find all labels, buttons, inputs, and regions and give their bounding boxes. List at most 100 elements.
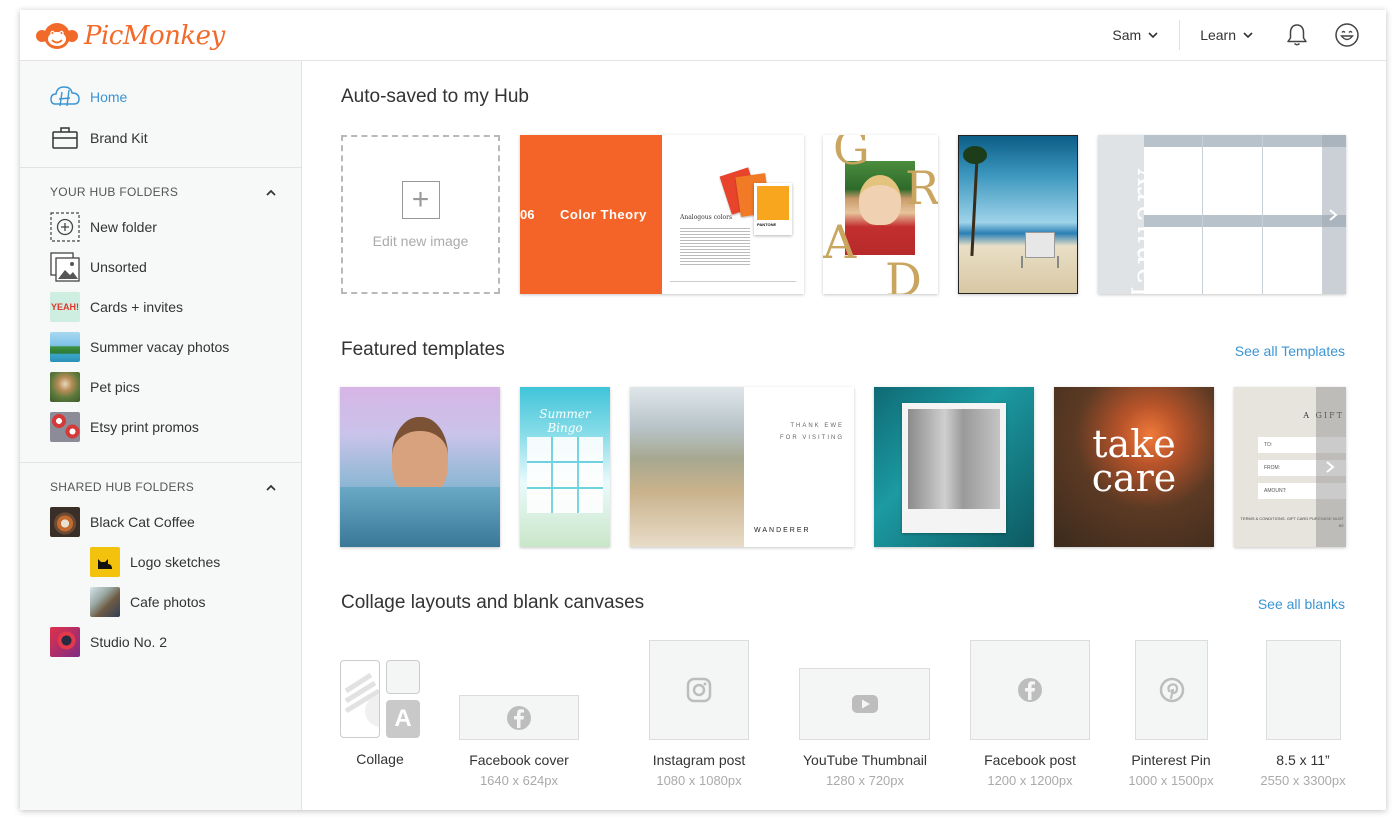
sidebar-item-unsorted[interactable]: Unsorted [50, 252, 147, 282]
sidebar-item-label: New folder [90, 219, 157, 235]
sidebar-item-cafe-photos[interactable]: Cafe photos [90, 587, 206, 617]
plus-icon: + [401, 180, 440, 219]
sidebar-item-logo-sketches[interactable]: Logo sketches [90, 547, 220, 577]
edit-new-image-label: Edit new image [372, 232, 469, 249]
blank-facebook-cover[interactable]: Facebook cover 1640 x 624px [459, 640, 579, 788]
blank-collage[interactable]: A Collage [340, 640, 420, 780]
your-hub-folders-heading: YOUR HUB FOLDERS [50, 185, 179, 199]
blank-label: YouTube Thumbnail [802, 752, 928, 768]
sidebar-item-label: Black Cat Coffee [90, 514, 195, 530]
sidebar-item-label: Summer vacay photos [90, 339, 230, 355]
sidebar-item-label: Etsy print promos [90, 419, 199, 435]
sidebar-item-cards-invites[interactable]: YEAH! Cards + invites [50, 292, 183, 322]
color-theory-subtitle: Analogous colors [680, 214, 733, 221]
learn-menu[interactable]: Learn [1200, 27, 1254, 43]
blank-youtube-thumbnail[interactable]: YouTube Thumbnail 1280 x 720px [799, 640, 930, 788]
cat-icon [98, 559, 112, 569]
sidebar-item-label: Studio No. 2 [90, 634, 168, 650]
see-all-templates-link[interactable]: See all Templates [1235, 343, 1345, 359]
template-card-swimmer[interactable] [340, 387, 500, 547]
chevron-down-icon [1243, 32, 1253, 39]
grad-letter-d: D [885, 253, 922, 294]
sidebar-item-new-folder[interactable]: New folder [50, 212, 157, 242]
autosaved-card-grad[interactable]: G R A D [823, 135, 938, 294]
template-card-building[interactable] [874, 387, 1034, 547]
template-card-summer-bingo[interactable]: Summer Bingo [520, 387, 610, 547]
blank-label: 8.5 x 11” [1276, 752, 1330, 768]
blanks-section-title: Collage layouts and blank canvases [341, 592, 645, 613]
folder-thumbnail [50, 627, 80, 657]
folder-thumbnail [90, 587, 120, 617]
user-menu[interactable]: Sam [1112, 27, 1159, 43]
sidebar-item-home[interactable]: Home [50, 82, 127, 112]
sidebar-item-etsy-print-promos[interactable]: Etsy print promos [50, 412, 199, 442]
sidebar-item-pet-pics[interactable]: Pet pics [50, 372, 140, 402]
chevron-down-icon [1148, 32, 1158, 39]
collapse-caret-icon[interactable] [264, 481, 278, 495]
main-content: Auto-saved to my Hub + Edit new image 06… [302, 61, 1386, 810]
instagram-icon [686, 677, 712, 703]
blank-pinterest-pin[interactable]: Pinterest Pin 1000 x 1500px [1128, 640, 1214, 788]
blank-instagram-post[interactable]: Instagram post 1080 x 1080px [649, 640, 749, 788]
wanderer-brand: WANDERER [754, 527, 811, 534]
top-nav: Sam Learn [1112, 10, 1386, 60]
shared-hub-folders-heading: SHARED HUB FOLDERS [50, 480, 195, 494]
blank-label: Facebook cover [469, 752, 569, 768]
grad-letter-g: G [833, 135, 870, 175]
collage-icon [340, 660, 380, 738]
folder-thumbnail [90, 547, 120, 577]
chevron-right-icon[interactable] [1324, 460, 1336, 474]
sidebar-item-label: Unsorted [90, 259, 147, 275]
monkey-logo-icon [36, 23, 78, 49]
sidebar-item-label: Pet pics [90, 379, 140, 395]
smiley-face-icon[interactable] [1334, 22, 1360, 48]
chapter-number: 06 [520, 207, 535, 222]
sidebar-item-label: Cafe photos [130, 594, 206, 610]
sidebar-item-summer-vacay[interactable]: Summer vacay photos [50, 332, 229, 362]
blank-label: Instagram post [652, 752, 746, 768]
template-card-gift[interactable]: A GIFT TO: FROM: AMOUNT: TERMS & CONDITI… [1234, 387, 1346, 547]
blank-letter-size[interactable]: 8.5 x 11” 2550 x 3300px [1260, 640, 1346, 788]
autosaved-card-color-theory[interactable]: 06 Color Theory Analogous colors PANTONE [520, 135, 804, 294]
featured-section-title: Featured templates [341, 339, 505, 360]
take-care-line2: care [1091, 456, 1177, 500]
sidebar-item-label: Home [90, 89, 128, 105]
sidebar-item-studio-no-2[interactable]: Studio No. 2 [50, 627, 167, 657]
calendar-month: January [1126, 166, 1162, 294]
folder-thumbnail [50, 412, 80, 442]
folder-thumbnail [50, 507, 80, 537]
picmonkey-logo[interactable]: PicMonkey [34, 18, 225, 54]
autosaved-card-beach[interactable] [958, 135, 1078, 294]
folder-thumbnail [50, 372, 80, 402]
facebook-icon [507, 705, 531, 730]
blank-facebook-post[interactable]: Facebook post 1200 x 1200px [970, 640, 1090, 788]
briefcase-icon [50, 123, 80, 153]
logo-text: PicMonkey [84, 21, 225, 51]
chevron-right-icon[interactable] [1327, 208, 1339, 222]
template-card-wanderer[interactable]: THANK EWE FOR VISITING WANDERER [630, 387, 854, 547]
autosaved-card-calendar[interactable]: January [1098, 135, 1346, 294]
color-theory-title: Color Theory [560, 207, 647, 222]
collapse-caret-icon[interactable] [264, 186, 278, 200]
blank-size: 1280 x 720px [825, 773, 905, 788]
app-window: PicMonkey Sam Learn Home Brand Kit YOUR … [20, 10, 1386, 810]
autosaved-section-title: Auto-saved to my Hub [341, 86, 529, 107]
pinterest-icon [1159, 677, 1184, 703]
sidebar-item-label: Brand Kit [90, 130, 148, 146]
edit-new-image-button[interactable]: + Edit new image [341, 135, 500, 294]
sidebar-item-black-cat-coffee[interactable]: Black Cat Coffee [50, 507, 195, 537]
wanderer-line1: THANK EWE [790, 423, 844, 429]
folder-thumbnail [50, 332, 80, 362]
sidebar-item-label: Cards + invites [90, 299, 183, 315]
template-card-take-care[interactable]: take care [1054, 387, 1214, 547]
learn-menu-label: Learn [1200, 27, 1236, 43]
folder-thumbnail: YEAH! [50, 292, 80, 322]
top-bar: PicMonkey Sam Learn [20, 10, 1386, 61]
grad-letter-a: A [823, 215, 857, 269]
bell-icon[interactable] [1284, 22, 1310, 48]
sidebar-divider [20, 167, 301, 168]
see-all-blanks-link[interactable]: See all blanks [1258, 596, 1345, 612]
blank-size: 1640 x 624px [479, 773, 559, 788]
sidebar-item-brand-kit[interactable]: Brand Kit [50, 123, 148, 153]
sidebar-divider [20, 462, 301, 463]
